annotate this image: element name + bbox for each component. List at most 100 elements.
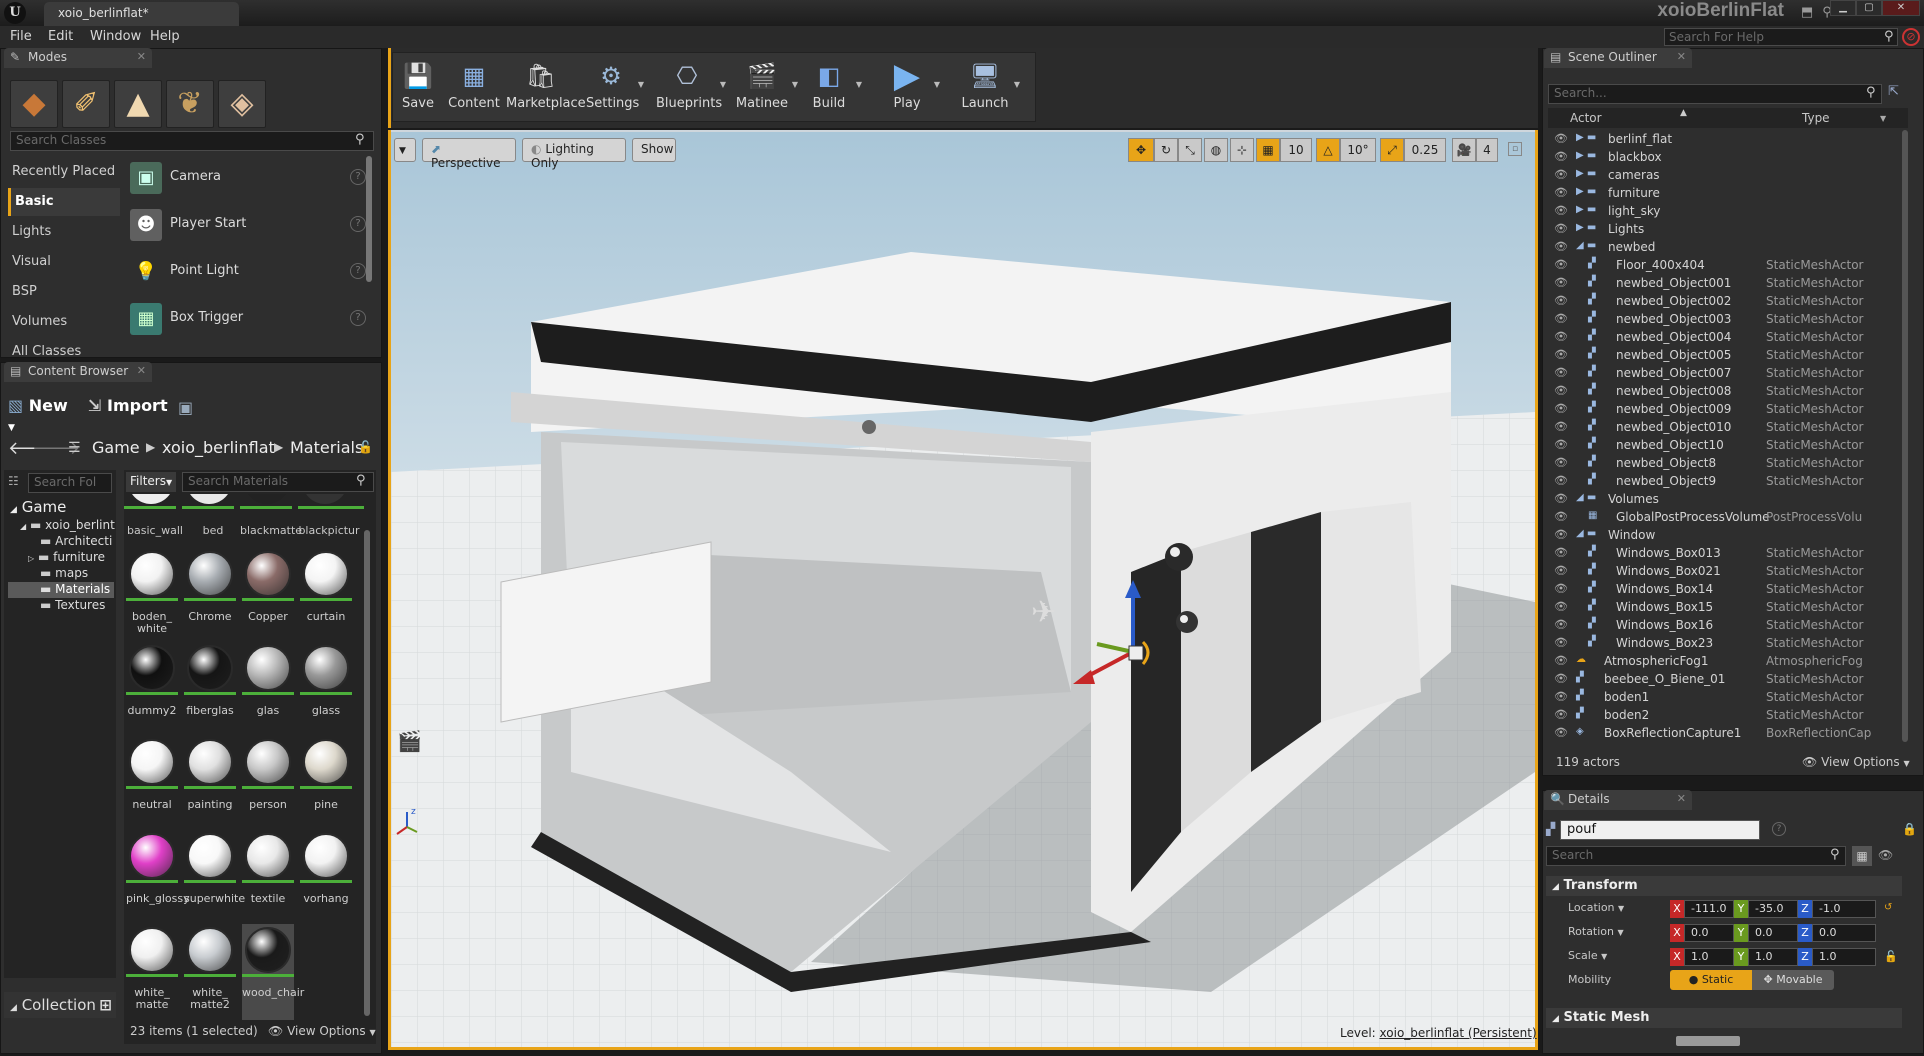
outliner-actor-row[interactable]: 👁 ▞ newbed_Object003 StaticMeshActor [1548, 310, 1900, 328]
menu-help[interactable]: Help [150, 29, 180, 44]
close-icon[interactable]: ✕ [137, 50, 146, 63]
material-label[interactable]: blackmatte [240, 524, 302, 537]
visibility-eye-icon[interactable]: 👁 [1554, 600, 1570, 613]
outliner-actor-row[interactable]: 👁 ▞ newbed_Object010 StaticMeshActor [1548, 418, 1900, 436]
maximize-viewport-icon[interactable]: ▫ [1508, 142, 1522, 156]
mobility-movable-button[interactable]: ✥ Movable [1752, 970, 1834, 990]
menu-window[interactable]: Window [90, 29, 141, 44]
material-tile[interactable]: neutral [126, 736, 178, 832]
rotation-snap-value[interactable]: 10° [1340, 138, 1376, 162]
help-search-input[interactable]: Search For Help [1664, 28, 1898, 46]
scrollbar[interactable] [366, 156, 372, 282]
lock-icon[interactable]: 🔒 [1902, 822, 1917, 836]
maximize-button[interactable]: ▢ [1856, 0, 1882, 16]
place-item-point-light[interactable]: 💡 Point Light ? [128, 250, 374, 294]
outliner-actor-row[interactable]: 👁 ▞ Floor_400x404 StaticMeshActor [1548, 256, 1900, 274]
perspective-button[interactable]: ⬈ Perspective [422, 138, 516, 170]
collections-header[interactable]: ◢ Collection ⊞ [4, 992, 116, 1018]
menu-file[interactable]: File [10, 29, 32, 44]
outliner-actor-row[interactable]: 👁 ☁ AtmosphericFog1 AtmosphericFog [1548, 652, 1900, 670]
scale-mode-icon[interactable]: ⤡ [1178, 138, 1202, 162]
material-tile[interactable]: glass [300, 642, 352, 738]
breadcrumb-materials[interactable]: Materials [290, 438, 363, 457]
rotation-x-field[interactable]: 0.0 [1684, 924, 1734, 942]
visibility-eye-icon[interactable]: 👁 [1554, 672, 1570, 685]
foliage-mode-icon[interactable]: ❦ [166, 80, 214, 128]
scale-y-field[interactable]: 1.0 [1748, 948, 1798, 966]
location-z-field[interactable]: -1.0 [1812, 900, 1876, 918]
lock-icon[interactable]: 🔓 [1884, 950, 1898, 963]
outliner-actor-row[interactable]: 👁 ▞ newbed_Object8 StaticMeshActor [1548, 454, 1900, 472]
outliner-actor-row[interactable]: 👁 ▞ newbed_Object004 StaticMeshActor [1548, 328, 1900, 346]
scale-x-field[interactable]: 1.0 [1684, 948, 1734, 966]
viewport-options-button[interactable]: ▼ [394, 138, 416, 162]
category-bsp[interactable]: BSP [8, 278, 120, 306]
outliner-folder-row[interactable]: 👁 ▶ ▬ Lights [1548, 220, 1900, 238]
visibility-eye-icon[interactable]: 👁 [1554, 276, 1570, 289]
visibility-eye-icon[interactable]: 👁 [1554, 510, 1570, 523]
visibility-eye-icon[interactable]: 👁 [1554, 348, 1570, 361]
close-icon[interactable]: ✕ [137, 364, 146, 377]
outliner-actor-row[interactable]: 👁 ◈ BoxReflectionCapture1 BoxReflectionCap [1548, 724, 1900, 742]
outliner-search-input[interactable]: Search... [1548, 84, 1882, 104]
translate-mode-icon[interactable]: ✥ [1128, 138, 1154, 162]
scale-dropdown[interactable]: Scale ▼ [1568, 949, 1607, 962]
place-item-camera[interactable]: ▣ Camera ? [128, 156, 374, 200]
settings-button[interactable]: ⚙ Settings ▼ [586, 54, 644, 118]
visibility-eye-icon[interactable]: 👁 [1554, 636, 1570, 649]
help-icon[interactable]: ? [350, 216, 366, 232]
visibility-eye-icon[interactable]: 👁 [1554, 438, 1570, 451]
build-button[interactable]: ◧ Build ▼ [804, 54, 862, 118]
outliner-folder-row[interactable]: 👁 ◢ ▬ Volumes [1548, 490, 1900, 508]
place-mode-icon[interactable]: ◆ [10, 80, 58, 128]
material-tile[interactable]: fiberglas [184, 642, 236, 738]
visibility-eye-icon[interactable]: 👁 [1554, 312, 1570, 325]
visibility-eye-icon[interactable]: 👁 [1554, 546, 1570, 559]
geometry-mode-icon[interactable]: ◈ [218, 80, 266, 128]
filters-button[interactable]: Filters▼ [126, 472, 176, 492]
material-tile[interactable]: white_ matte [126, 924, 178, 1020]
content-browser-tab[interactable]: ▤ Content Browser ✕ [4, 362, 152, 382]
material-label[interactable]: bed [185, 524, 241, 537]
mobility-static-button[interactable]: ● Static [1670, 970, 1752, 990]
material-tile[interactable]: pink_glossy [126, 830, 190, 926]
create-folder-icon[interactable]: ⇱ [1888, 84, 1899, 99]
material-label[interactable]: blackpictur [298, 524, 360, 537]
path-list-icon[interactable]: ☰ [68, 440, 81, 456]
tree-folder-xoio[interactable]: ◢ ▬ xoio_berlint [20, 518, 115, 532]
matinee-button[interactable]: 🎬 Matinee ▼ [734, 54, 798, 118]
new-button[interactable]: ▧ New ▼ [8, 396, 80, 433]
rotate-mode-icon[interactable]: ↻ [1154, 138, 1178, 162]
visibility-eye-icon[interactable]: 👁 [1554, 168, 1570, 181]
material-tile[interactable]: curtain [300, 548, 352, 644]
outliner-actor-row[interactable]: 👁 ▞ newbed_Object9 StaticMeshActor [1548, 472, 1900, 490]
outliner-folder-row[interactable]: 👁 ◢ ▬ newbed [1548, 238, 1900, 256]
landscape-mode-icon[interactable]: ▲ [114, 80, 162, 128]
visibility-eye-icon[interactable]: 👁 [1554, 402, 1570, 415]
grid-snap-icon[interactable]: ▦ [1256, 138, 1280, 162]
outliner-actor-row[interactable]: 👁 ▞ Windows_Box23 StaticMeshActor [1548, 634, 1900, 652]
location-x-field[interactable]: -111.0 [1684, 900, 1734, 918]
help-icon[interactable]: ? [350, 310, 366, 326]
outliner-actor-row[interactable]: 👁 ▞ beebee_O_Biene_01 StaticMeshActor [1548, 670, 1900, 688]
material-tile[interactable]: painting [184, 736, 236, 832]
eye-icon[interactable]: 👁 [1878, 848, 1893, 862]
category-all-classes[interactable]: All Classes [8, 338, 120, 356]
material-tile[interactable]: boden_ white [126, 548, 178, 644]
material-tile[interactable]: superwhite [184, 830, 245, 926]
scale-snap-icon[interactable]: ⤢ [1380, 138, 1404, 162]
static-mesh-section-header[interactable]: ◢ Static Mesh [1546, 1008, 1902, 1028]
material-tile[interactable]: wood_chair [242, 924, 304, 1020]
scene-outliner-tab[interactable]: ▤ Scene Outliner ✕ [1544, 48, 1692, 68]
source-control-icon[interactable]: ⬒ [1798, 4, 1816, 22]
outliner-actor-row[interactable]: 👁 ▞ Windows_Box14 StaticMeshActor [1548, 580, 1900, 598]
tree-folder-architecture[interactable]: ▬ Architecti [40, 534, 112, 548]
material-tile[interactable]: white_ matte2 [184, 924, 236, 1020]
visibility-eye-icon[interactable]: 👁 [1554, 366, 1570, 379]
grid-snap-value[interactable]: 10 [1280, 138, 1312, 162]
visibility-eye-icon[interactable]: 👁 [1554, 474, 1570, 487]
place-item-player-start[interactable]: ☻ Player Start ? [128, 203, 374, 247]
show-button[interactable]: Show [632, 138, 676, 162]
material-tile[interactable]: Chrome [184, 548, 236, 644]
outliner-actor-row[interactable]: 👁 ▞ Windows_Box15 StaticMeshActor [1548, 598, 1900, 616]
